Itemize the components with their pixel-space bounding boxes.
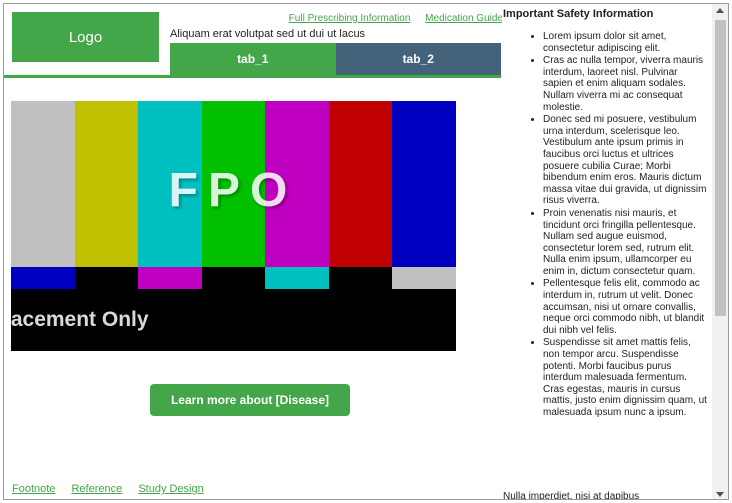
color-bar xyxy=(265,267,329,289)
scroll-down-icon[interactable] xyxy=(716,492,724,497)
tagline: Aliquam erat volutpat sed ut dui ut lacu… xyxy=(170,28,366,40)
safety-info-title: Important Safety Information xyxy=(503,8,654,20)
color-bar xyxy=(11,267,75,289)
placeholder-image: FPO lacement Only xyxy=(11,101,456,351)
tab-2-label: tab_2 xyxy=(402,52,434,66)
logo[interactable]: Logo xyxy=(12,12,159,62)
scrollbar[interactable] xyxy=(712,4,728,499)
browser-frame: Logo Full Prescribing Information Medica… xyxy=(3,3,729,500)
study-design-link[interactable]: Study Design xyxy=(138,483,203,495)
fpo-overlay-text: FPO xyxy=(168,164,298,217)
learn-more-button[interactable]: Learn more about [Disease] xyxy=(150,384,350,416)
fpo-overlay-subtext: lacement Only xyxy=(11,308,149,331)
footer-links: Footnote Reference Study Design xyxy=(12,483,217,495)
color-bar xyxy=(392,101,456,267)
safety-info-item: Proin venenatis nisi mauris, et tincidun… xyxy=(543,208,708,278)
scrollbar-thumb[interactable] xyxy=(715,20,726,316)
color-bars-middle xyxy=(11,267,456,289)
medication-guide-link[interactable]: Medication Guide xyxy=(425,13,503,24)
learn-more-label: Learn more about [Disease] xyxy=(170,393,330,407)
safety-info-item: Suspendisse sit amet mattis felis, non t… xyxy=(543,337,708,418)
safety-info-item: Lorem ipsum dolor sit amet, consectetur … xyxy=(543,31,708,54)
logo-label: Logo xyxy=(68,28,103,46)
header-links: Full Prescribing Information Medication … xyxy=(277,13,503,24)
tab-1[interactable]: tab_1 xyxy=(170,43,336,75)
color-bar xyxy=(74,267,139,289)
color-bar xyxy=(328,267,393,289)
color-bar xyxy=(392,267,456,289)
tab-underline xyxy=(4,75,501,78)
safety-info-panel: Important Safety Information Lorem ipsum… xyxy=(502,4,712,500)
safety-info-list: Lorem ipsum dolor sit amet, consectetur … xyxy=(502,31,712,420)
safety-info-item: Pellentesque felis elit, commodo ac inte… xyxy=(543,278,708,336)
color-bar xyxy=(138,267,202,289)
tab-2[interactable]: tab_2 xyxy=(335,43,501,75)
color-bar xyxy=(11,101,75,267)
reference-link[interactable]: Reference xyxy=(71,483,122,495)
tab-bar: tab_1 tab_2 xyxy=(170,43,501,75)
footnote-link[interactable]: Footnote xyxy=(12,483,55,495)
safety-info-cutoff-text: Nulla imperdiet, nisi at dapibus xyxy=(503,491,640,500)
prescribing-info-link[interactable]: Full Prescribing Information xyxy=(289,13,411,24)
color-bar xyxy=(201,267,266,289)
safety-info-item: Cras ac nulla tempor, viverra mauris int… xyxy=(543,55,708,113)
scroll-up-icon[interactable] xyxy=(716,8,724,13)
safety-info-item: Donec sed mi posuere, vestibulum urna in… xyxy=(543,114,708,207)
tab-1-label: tab_1 xyxy=(237,52,269,66)
